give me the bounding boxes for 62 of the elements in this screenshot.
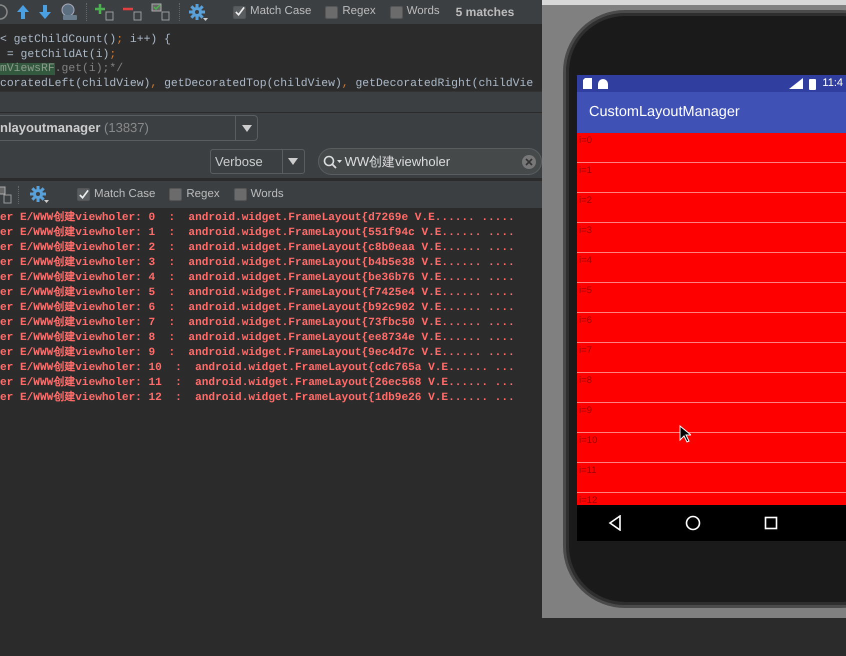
list-item[interactable]: i=0 — [577, 133, 846, 163]
home-icon[interactable] — [684, 515, 701, 531]
list-item[interactable]: i=6 — [577, 313, 846, 343]
log-line: er E/WWW创建viewholer: 7 : android.widget.FrameLayout{73fbc50 V.E...... .... — [0, 316, 515, 330]
checkbox[interactable]: Words — [234, 186, 284, 204]
list-item[interactable]: i=9 — [577, 403, 846, 433]
log-line: er E/WWW创建viewholer: 2 : android.widget.FrameLayout{c8b0eaa V.E...... .... — [0, 241, 515, 256]
check-icon — [78, 188, 89, 200]
log-line: er E/WWW创建viewholer: 1 : android.widget.FrameLayout{551f94c V.E...... .... — [0, 226, 515, 240]
log-line: er E/WWW创建viewholer: 12 : android.widget.FrameLayout{1db9e26 V.E...... ... — [0, 391, 515, 406]
match-count: 5 matches — [456, 4, 514, 21]
log-line: er E/WWW创建viewholer: 6 : android.widget.FrameLayout{b92c902 V.E...... .... — [0, 301, 515, 316]
cursor-icon — [679, 425, 691, 443]
log-line: er E/WWW创建viewholer: 9 : android.widget.FrameLayout{9ec4d7c V.E...... .... — [0, 346, 515, 360]
app-title: CustomLayoutManager — [589, 102, 740, 122]
list-item[interactable]: i=1 — [577, 163, 846, 193]
checkbox[interactable]: Match Case — [233, 3, 312, 21]
clear-icon[interactable] — [521, 154, 537, 170]
list-item[interactable]: i=8 — [577, 373, 846, 403]
select-occurrences-icon[interactable] — [151, 3, 171, 21]
settings-icon[interactable] — [29, 185, 50, 204]
code-line: = getChildAt(i); — [6, 48, 116, 62]
sd-card-icon — [583, 78, 592, 89]
checkbox[interactable]: Match Case — [77, 186, 156, 204]
list-item[interactable]: i=5 — [577, 283, 846, 313]
list-item[interactable]: i=10 — [577, 433, 846, 463]
select-occurrences-icon[interactable] — [0, 186, 12, 204]
code-line: mViewsRF.get(i);*/ — [0, 62, 124, 76]
code-line: coratedLeft(childView), getDecoratedTop(childView), getDecoratedRight(childVie — [0, 76, 534, 91]
signal-icon — [789, 78, 804, 89]
log-line: er E/WWW创建viewholer: 11 : android.widget.FrameLayout{26ec568 V.E...... ... — [0, 376, 515, 390]
caret-icon — [242, 124, 252, 132]
log-line: er E/WWW创建viewholer: 0 : android.widget.FrameLayout{d7269e V.E...... ..... — [0, 211, 515, 226]
check-icon — [234, 6, 245, 18]
list-item[interactable]: i=4 — [577, 253, 846, 283]
recents-icon[interactable] — [764, 516, 778, 530]
settings-icon[interactable] — [188, 2, 209, 22]
list-item[interactable]: i=11 — [577, 463, 846, 493]
checkbox[interactable]: Regex — [325, 3, 376, 21]
add-occurrence-icon[interactable] — [95, 3, 115, 21]
process-dropdown[interactable]: nlayoutmanager (13837) — [0, 115, 258, 141]
up-arrow-icon[interactable] — [16, 4, 30, 20]
caret-icon — [288, 158, 298, 165]
log-line: er E/WWW创建viewholer: 8 : android.widget.FrameLayout{ee8734e V.E...... .... — [0, 331, 515, 346]
list-item[interactable]: i=3 — [577, 223, 846, 253]
checkbox[interactable]: Words — [390, 3, 440, 21]
down-arrow-icon[interactable] — [38, 4, 52, 20]
list-item[interactable]: i=7 — [577, 343, 846, 373]
battery-icon — [809, 78, 816, 90]
level-dropdown[interactable]: Verbose — [210, 149, 305, 174]
checkbox[interactable]: Regex — [169, 186, 220, 204]
log-line: er E/WWW创建viewholer: 5 : android.widget.FrameLayout{f7425e4 V.E...... .... — [0, 286, 515, 300]
code-line: < getChildCount(); i++) { — [0, 33, 171, 48]
status-time: 11:4 — [822, 76, 843, 92]
search-field[interactable]: WW创建viewholer — [318, 148, 542, 175]
log-line: er E/WWW创建viewholer: 4 : android.widget.FrameLayout{be36b76 V.E...... .... — [0, 271, 515, 286]
back-icon[interactable] — [608, 515, 622, 531]
android-icon — [598, 78, 608, 88]
log-line: er E/WWW创建viewholer: 10 : android.widget.FrameLayout{cdc765a V.E...... ... — [0, 361, 515, 376]
list-item[interactable]: i=2 — [577, 193, 846, 223]
search-icon[interactable] — [322, 154, 343, 168]
log-line: er E/WWW创建viewholer: 3 : android.widget.FrameLayout{b4b5e38 V.E...... .... — [0, 256, 515, 270]
